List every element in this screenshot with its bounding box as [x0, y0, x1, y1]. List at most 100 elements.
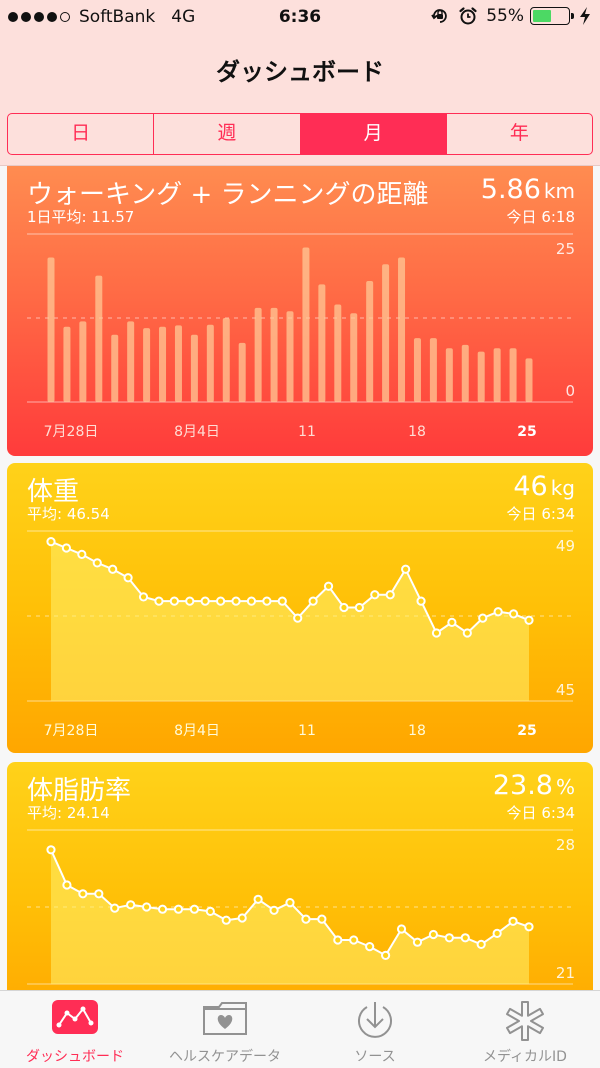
card-timestamp: 今日 6:34 — [506, 804, 575, 822]
data-point — [62, 880, 72, 890]
alarm-icon — [459, 7, 477, 25]
data-point — [94, 889, 104, 899]
series-area — [51, 849, 529, 984]
tab-medical-id[interactable]: メディカルID — [450, 991, 600, 1068]
data-point — [237, 913, 247, 923]
x-axis-tick-label: 11 — [298, 424, 316, 440]
data-point — [253, 894, 263, 904]
data-point — [317, 914, 327, 924]
segment-year[interactable]: 年 — [447, 114, 592, 154]
battery-icon — [530, 7, 574, 25]
walking-running-card[interactable]: 25 0 7月28日 8月4日 11 18 25 ウォーキング + ランニングの距離 1日平… — [7, 166, 593, 456]
data-point — [462, 628, 472, 638]
card-timestamp: 今日 6:34 — [506, 505, 575, 523]
data-point — [354, 602, 364, 613]
data-point — [154, 596, 164, 606]
card-average: 1日平均: 11.57 — [27, 208, 135, 226]
value-number: 23.8 — [492, 770, 553, 801]
data-point — [142, 902, 152, 912]
distance-bar — [525, 358, 533, 402]
value-unit: % — [555, 775, 575, 799]
segment-day[interactable]: 日 — [8, 114, 155, 154]
data-point — [285, 898, 295, 908]
data-point — [396, 924, 407, 934]
orientation-lock-icon — [431, 9, 448, 23]
data-point — [412, 937, 423, 947]
distance-bar — [143, 328, 151, 402]
distance-bar — [350, 313, 358, 402]
data-point — [169, 596, 179, 606]
distance-bar — [254, 307, 262, 402]
card-timestamp: 今日 6:18 — [506, 208, 575, 226]
data-point — [508, 609, 519, 619]
data-point — [308, 596, 318, 606]
status-bar: SoftBank 4G 6:36 55% — [0, 0, 600, 36]
card-average: 平均: 24.14 — [27, 804, 110, 822]
top-header: SoftBank 4G 6:36 55% ダッシュボード 日 週 月 年 — [0, 0, 600, 166]
data-point — [110, 903, 120, 913]
distance-bar — [461, 344, 469, 402]
body-weight-card[interactable]: 49 45 7月28日 8月4日 11 18 25 体重 平均: 46.54 46 kg 今日… — [7, 463, 593, 753]
data-point — [401, 564, 411, 574]
data-point — [493, 607, 503, 617]
tab-sources[interactable]: ソース — [300, 991, 450, 1068]
y-axis-min-label: 45 — [556, 681, 575, 699]
y-axis-max-label: 25 — [556, 240, 575, 258]
data-point — [476, 939, 486, 949]
x-axis-tick-label: 7月28日 — [44, 424, 99, 440]
series-area — [51, 541, 529, 701]
x-axis-tick-label: 8月4日 — [174, 723, 220, 739]
x-axis-tick-label: 25 — [517, 723, 536, 739]
data-point — [381, 950, 391, 960]
distance-bar — [398, 257, 406, 402]
data-point — [200, 596, 210, 606]
distance-bar — [334, 304, 342, 402]
data-point — [269, 905, 279, 915]
distance-bar — [413, 338, 421, 402]
data-point — [301, 914, 311, 924]
medical-star-icon — [506, 1001, 544, 1041]
card-latest-value: 23.8% — [493, 770, 575, 801]
segment-week[interactable]: 週 — [154, 114, 301, 154]
distance-bar — [111, 334, 119, 402]
health-folder-heart-icon — [203, 1002, 247, 1035]
data-point — [370, 590, 380, 600]
distance-bar — [445, 348, 453, 402]
distance-bar — [509, 348, 517, 402]
distance-bar — [190, 334, 198, 402]
data-point — [339, 602, 349, 613]
distance-bar — [238, 342, 246, 402]
battery-percent: 55% — [486, 6, 524, 26]
period-segmented-control: 日 週 月 年 — [7, 113, 593, 155]
distance-bar — [286, 311, 294, 402]
tab-health-data[interactable]: ヘルスケアデータ — [150, 991, 300, 1068]
distance-bar — [206, 324, 214, 402]
data-point — [205, 906, 215, 916]
download-sources-icon — [358, 1002, 392, 1038]
data-point — [61, 543, 72, 553]
x-axis-tick-label: 11 — [298, 723, 316, 739]
distance-bar — [47, 257, 55, 402]
distance-bar — [95, 275, 103, 402]
body-fat-card[interactable]: 28 21 体脂肪率 平均: 24.14 23.8% 今日 6:34 — [7, 762, 593, 990]
data-point — [108, 564, 118, 574]
tab-bar: ダッシュボード ヘルスケアデータ ソース メディカルID — [0, 990, 600, 1068]
data-point — [221, 915, 231, 925]
distance-bar — [318, 284, 326, 402]
distance-bar — [270, 307, 278, 402]
tab-dashboard[interactable]: ダッシュボード — [0, 991, 150, 1068]
segment-month[interactable]: 月 — [300, 114, 447, 154]
data-point — [173, 904, 184, 914]
data-point — [77, 549, 87, 559]
distance-bar — [79, 321, 87, 402]
distance-bar — [159, 326, 167, 402]
distance-bar — [493, 348, 501, 402]
distance-bar — [63, 326, 71, 402]
tab-label: メディカルID — [483, 1049, 567, 1065]
data-point — [323, 581, 334, 591]
data-point — [216, 596, 226, 606]
data-point — [349, 935, 359, 945]
data-point — [92, 558, 102, 568]
data-point — [46, 845, 56, 855]
distance-bar — [382, 264, 390, 402]
